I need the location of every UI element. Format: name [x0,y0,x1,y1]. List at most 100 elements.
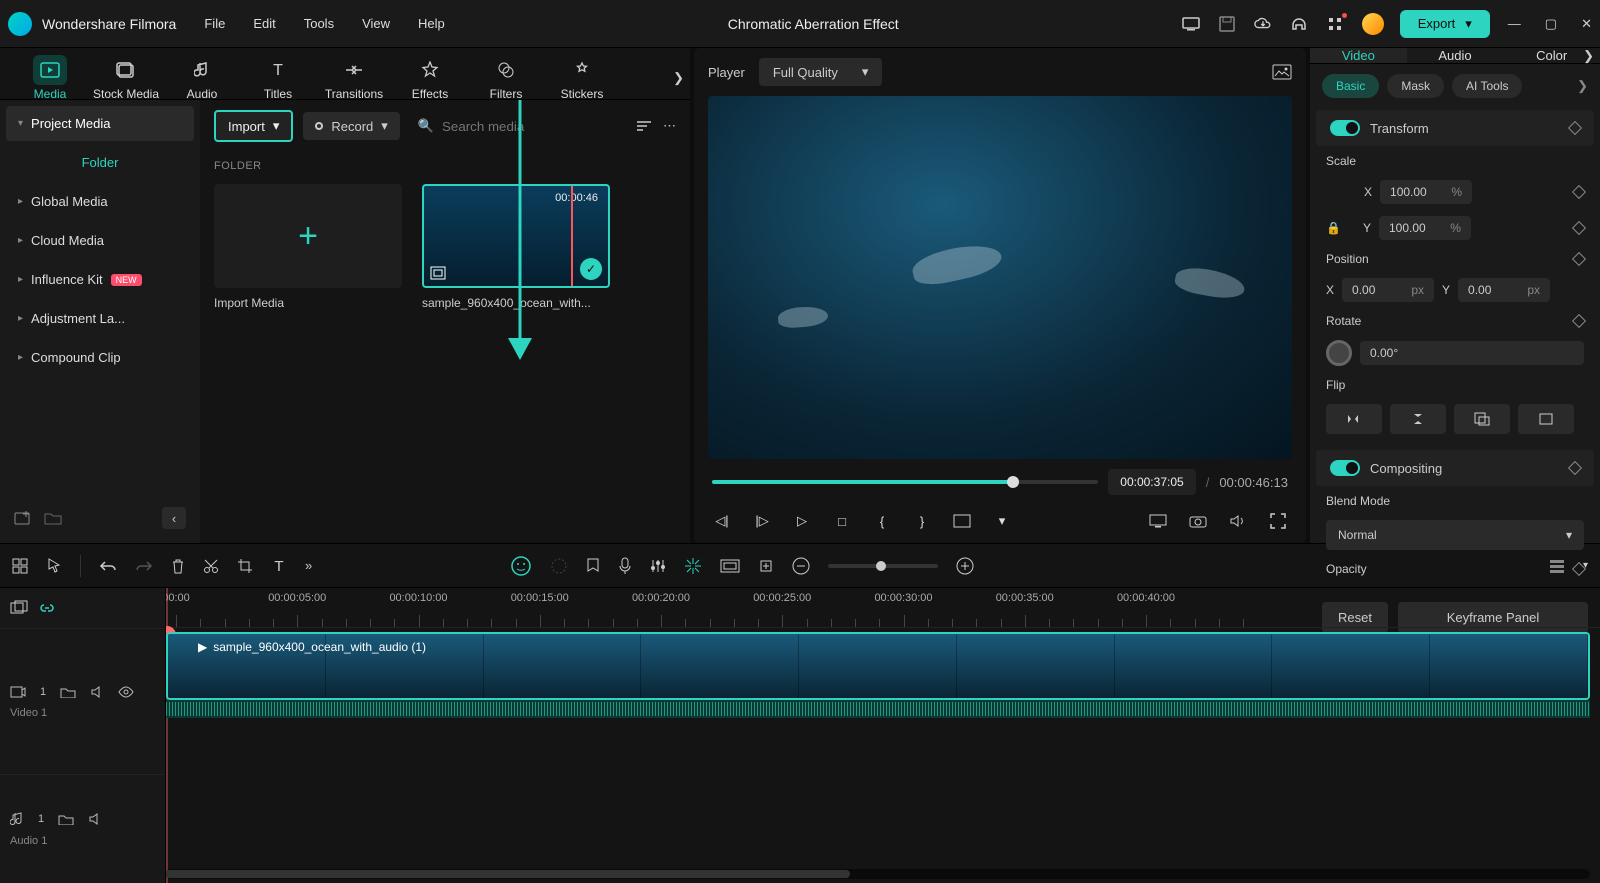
subtab-scroll-right[interactable]: ❯ [1577,78,1588,94]
avatar[interactable] [1362,13,1384,35]
new-bin-icon[interactable] [14,510,32,526]
search-input[interactable] [442,119,625,134]
redo-icon[interactable] [135,559,153,573]
window-maximize[interactable]: ▢ [1545,16,1557,32]
apps-icon[interactable] [1326,15,1344,33]
camera-icon[interactable] [1188,514,1208,528]
export-button[interactable]: Export▾ [1400,10,1490,38]
media-clip-card[interactable]: 00:00:46 ✓ sample_960x400_ocean_with... [422,184,610,310]
delete-icon[interactable] [171,558,185,574]
save-icon[interactable] [1218,15,1236,33]
rotate-dial[interactable] [1326,340,1352,366]
rotate-keyframe[interactable] [1572,314,1586,328]
sidebar-collapse[interactable]: ‹ [162,507,186,529]
cloud-icon[interactable] [1254,15,1272,33]
flip-copy-1[interactable] [1454,404,1510,434]
tab-stock-media[interactable]: Stock Media [88,55,164,101]
crop-icon[interactable] [237,558,253,574]
cut-icon[interactable] [203,558,219,574]
track-mute-icon[interactable] [90,685,104,699]
video-viewport[interactable] [708,96,1292,459]
audio-waveform[interactable] [166,700,1590,718]
keyframe-icon[interactable] [1568,121,1582,135]
timeline-scrollbar[interactable] [166,869,1590,879]
window-minimize[interactable]: — [1508,16,1521,32]
rotate-input[interactable]: 0.00° [1360,341,1584,365]
lock-icon[interactable]: 🔒 [1326,221,1341,235]
subtab-ai-tools[interactable]: AI Tools [1452,74,1522,98]
sidebar-influence-kit[interactable]: ▸Influence KitNEW [6,262,194,297]
prev-frame-button[interactable]: ◁| [712,513,732,529]
snapshot-icon[interactable] [1272,64,1292,80]
zoom-slider[interactable] [828,564,938,568]
add-track-icon[interactable] [720,559,740,573]
tab-media[interactable]: Media [12,55,88,101]
window-close[interactable]: ✕ [1581,16,1592,32]
more-icon[interactable]: ⋯ [663,118,676,134]
sidebar-compound-clip[interactable]: ▸Compound Clip [6,340,194,375]
scale-x-input[interactable]: 100.00% [1380,180,1472,204]
sidebar-project-media[interactable]: ▾Project Media [6,106,194,141]
folder-icon[interactable] [44,511,62,525]
scale-y-keyframe[interactable] [1572,221,1586,235]
tl-select-tool[interactable] [46,557,62,575]
tl-link-icon[interactable] [38,600,56,616]
flip-vertical[interactable] [1390,404,1446,434]
compositing-toggle[interactable] [1330,460,1360,476]
inspector-tab-video[interactable]: Video [1310,48,1407,63]
play-button[interactable]: ▷ [792,513,812,529]
support-icon[interactable] [1290,15,1308,33]
marker-add-icon[interactable] [758,558,774,574]
mark-in-button[interactable]: { [872,514,892,529]
sidebar-adjustment-layer[interactable]: ▸Adjustment La... [6,301,194,336]
record-button[interactable]: Record▾ [303,112,399,140]
audio-folder-icon[interactable] [58,813,74,825]
sidebar-folder[interactable]: Folder [6,145,194,180]
scale-y-input[interactable]: 100.00% [1379,216,1471,240]
tl-layout-icon[interactable] [12,558,28,574]
timeline-ruler[interactable]: 00:0000:00:05:0000:00:10:0000:00:15:0000… [166,588,1600,628]
display-icon[interactable] [1148,514,1168,528]
sidebar-global-media[interactable]: ▸Global Media [6,184,194,219]
mixer-icon[interactable] [650,558,666,574]
track-visible-icon[interactable] [118,686,134,698]
flip-horizontal[interactable] [1326,404,1382,434]
ai-face-icon[interactable] [510,555,532,577]
video-clip[interactable]: ▶sample_960x400_ocean_with_audio (1) [166,632,1590,700]
marker-shield-icon[interactable] [586,557,600,575]
subtab-basic[interactable]: Basic [1322,74,1379,98]
track-folder-icon[interactable] [60,686,76,698]
import-button[interactable]: Import▾ [214,110,293,142]
speed-icon[interactable] [550,557,568,575]
compositing-section[interactable]: Compositing [1316,450,1594,486]
ratio-button[interactable] [952,514,972,528]
track-view-icon[interactable] [1549,558,1565,574]
audio-mute-icon[interactable] [88,812,102,826]
sort-icon[interactable] [635,119,653,133]
tab-audio[interactable]: Audio [164,55,240,101]
mark-out-button[interactable]: } [912,514,932,529]
inspector-tab-audio[interactable]: Audio [1407,48,1504,63]
tab-effects[interactable]: Effects [392,55,468,101]
devices-icon[interactable] [1182,15,1200,33]
undo-icon[interactable] [99,559,117,573]
quality-select[interactable]: Full Quality▾ [759,58,883,86]
menu-help[interactable]: Help [418,16,445,31]
tabs-scroll-right[interactable]: ❯ [673,70,684,86]
subtab-mask[interactable]: Mask [1387,74,1444,98]
render-icon[interactable] [684,557,702,575]
tab-titles[interactable]: TTitles [240,55,316,101]
menu-file[interactable]: File [204,16,225,31]
transform-toggle[interactable] [1330,120,1360,136]
fullscreen-icon[interactable] [1268,513,1288,529]
next-frame-button[interactable]: |▷ [752,513,772,529]
menu-view[interactable]: View [362,16,390,31]
tl-more-icon[interactable]: » [305,558,312,573]
ratio-menu[interactable]: ▾ [992,513,1012,529]
pos-y-input[interactable]: 0.00px [1458,278,1550,302]
sidebar-cloud-media[interactable]: ▸Cloud Media [6,223,194,258]
text-tool-icon[interactable]: T [271,558,287,574]
zoom-in-icon[interactable] [956,557,974,575]
menu-edit[interactable]: Edit [253,16,275,31]
menu-tools[interactable]: Tools [304,16,334,31]
